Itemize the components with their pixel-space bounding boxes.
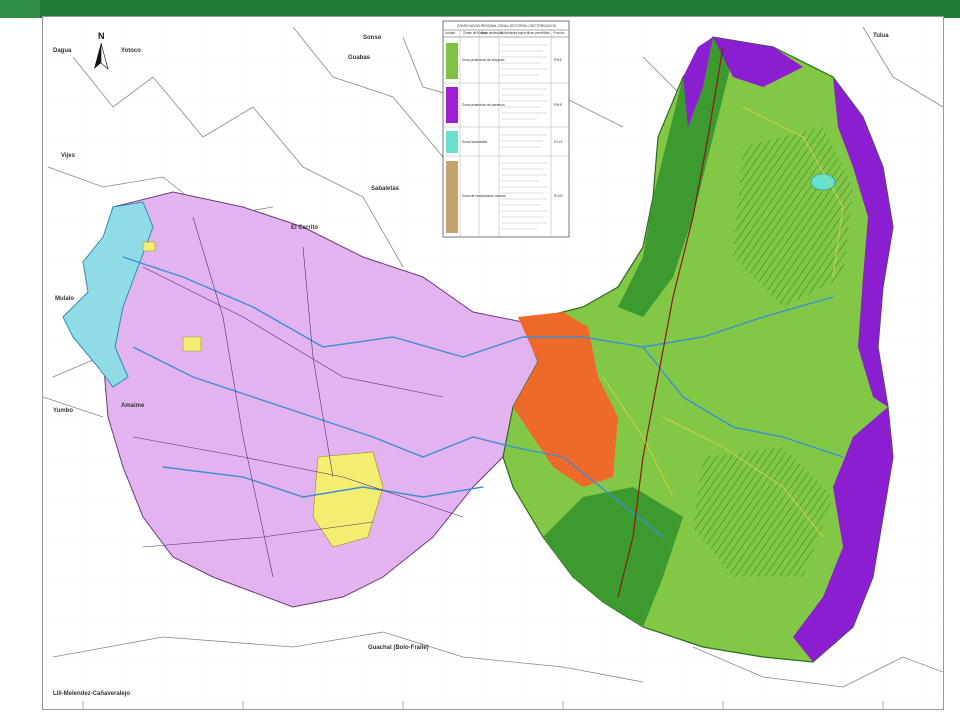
legend-swatch-restoration	[446, 161, 458, 233]
page-margin	[944, 18, 960, 720]
legend-swatch-forest	[446, 43, 458, 79]
legend-title: ZONIFICACION REGIONAL ZONAL SECTORIAL / …	[457, 24, 557, 28]
place-dagua: Dagua	[53, 48, 72, 54]
legend-func-wetland: H.U.Z	[554, 140, 562, 144]
place-yumbo: Yumbo	[53, 408, 73, 414]
place-yotoco: Yotoco	[121, 48, 141, 54]
legend-swatch-paramo	[446, 87, 458, 123]
map-legend: ZONIFICACION REGIONAL ZONAL SECTORIAL / …	[442, 20, 570, 238]
mountain-lagoon	[810, 173, 836, 191]
place-vijes: Vijes	[61, 153, 76, 159]
north-label: N	[98, 31, 105, 41]
header-accent	[0, 0, 40, 18]
place-tulua: Tulua	[873, 33, 889, 39]
legend-header-unit: Unidad	[445, 31, 455, 35]
place-mulalo: Mulalo	[55, 296, 74, 302]
map-frame: Dagua Yotoco Sonso Guabas Tulua Vijes Sa…	[42, 16, 944, 710]
place-lili: Lili-Melendez-Cañaveralejo	[53, 691, 130, 697]
place-sabaletas: Sabaletas	[371, 186, 400, 192]
legend-func-restoration: R.N.R	[554, 194, 563, 198]
place-sonso: Sonso	[363, 35, 382, 41]
legend-header-function: Función	[553, 31, 565, 35]
legend-zone-restoration: Zona de restauración natural	[462, 194, 506, 198]
land-use-map: Dagua Yotoco Sonso Guabas Tulua Vijes Sa…	[43, 17, 943, 709]
urban-zone-small	[182, 336, 202, 352]
place-amaime: Amaime	[121, 403, 145, 409]
urban-zone-small-2	[142, 241, 156, 252]
legend-header-activities: Actividades específicas permitidas	[501, 31, 550, 35]
place-el-cerrito: El Cerrito	[291, 225, 318, 231]
legend-zone-paramo: Zona protectora de páramos	[462, 103, 505, 107]
place-guachal: Guachal (Bolo-Fraile)	[368, 645, 429, 651]
place-guabas: Guabas	[348, 55, 371, 61]
legend-zone-wetland: Zona humedales	[462, 140, 488, 144]
legend-func-paramo: P.M.E	[554, 103, 562, 107]
legend-header-area: Área destinada	[481, 31, 503, 35]
legend-zone-forest: Zona protectora de bosques	[462, 58, 505, 62]
legend-func-forest: P.B.E	[554, 58, 562, 62]
legend-swatch-wetland	[446, 131, 458, 153]
